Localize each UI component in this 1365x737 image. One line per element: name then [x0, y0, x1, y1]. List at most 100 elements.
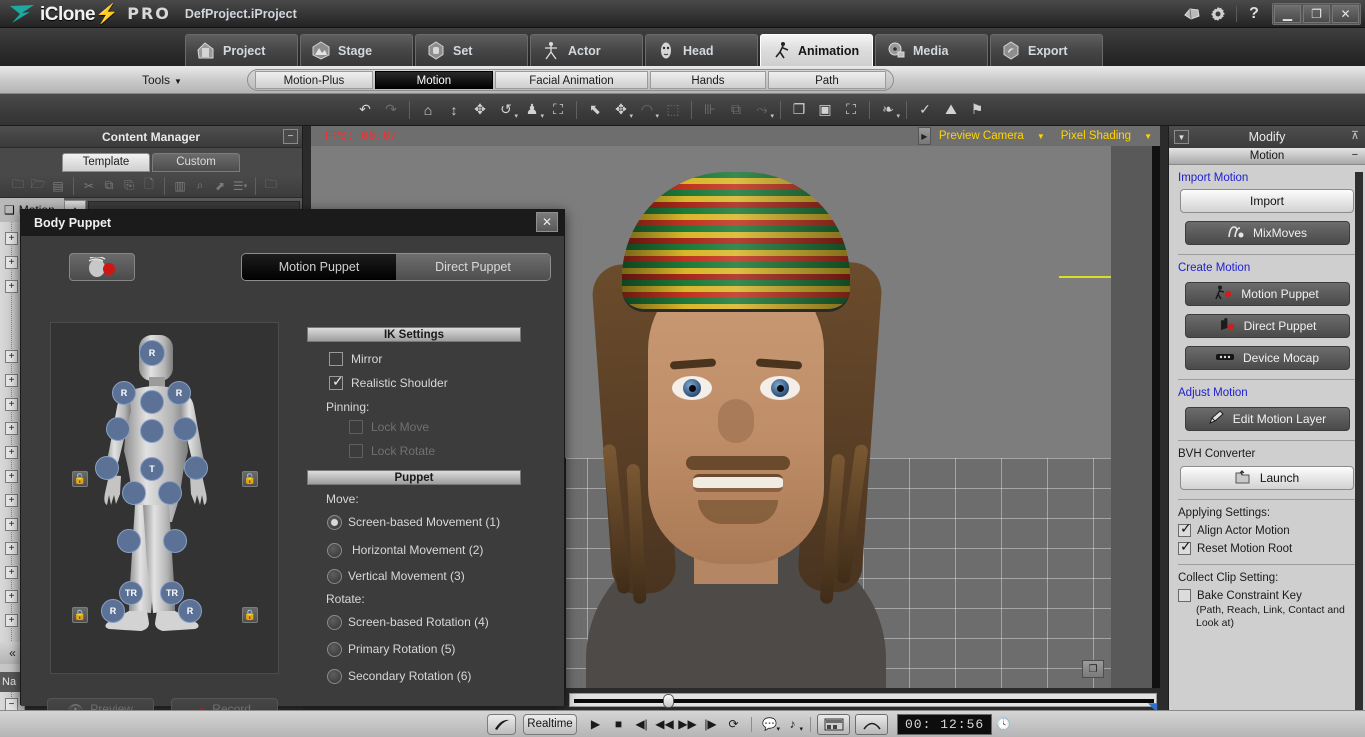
transform-gizmo-icon[interactable]: ✥ ▾ — [610, 98, 633, 122]
subtab-motion[interactable]: Motion — [374, 70, 493, 89]
prev-frame-icon[interactable]: ◀| — [630, 714, 653, 735]
section-minimize-button[interactable]: − — [1352, 149, 1358, 161]
align-actor-motion-row[interactable]: ✓ Align Actor Motion — [1178, 521, 1356, 537]
joint-foot-right[interactable]: R — [178, 599, 202, 623]
realtime-button[interactable]: Realtime — [523, 713, 577, 735]
joint-head[interactable]: R — [139, 340, 165, 366]
timecode-display[interactable]: 00: 12:56 — [897, 713, 993, 735]
tab-animation[interactable]: Animation — [760, 34, 873, 66]
tree-expand-node[interactable]: + — [5, 280, 18, 293]
tree-expand-node[interactable]: + — [5, 232, 18, 245]
bounding-box-icon[interactable]: ⛶ — [547, 98, 569, 122]
tab-project[interactable]: Project — [185, 34, 298, 66]
move-all-icon[interactable]: ✥ — [469, 98, 491, 122]
joint-foot-left[interactable]: R — [101, 599, 125, 623]
joint-shoulder-left[interactable]: R — [112, 381, 136, 405]
delete-icon[interactable]: 🗋 — [139, 177, 159, 195]
rotate-icon[interactable]: ↺ ▾ — [495, 98, 518, 122]
fast-forward-icon[interactable]: ▶▶ — [676, 714, 699, 735]
gear-icon[interactable] — [1205, 2, 1231, 26]
fit-view-icon[interactable]: ⛶ — [840, 98, 862, 122]
help-icon[interactable]: ? — [1242, 5, 1266, 23]
tab-media[interactable]: Media — [875, 34, 988, 66]
align-actor-motion-checkbox[interactable]: ✓ — [1178, 521, 1192, 537]
play-icon[interactable]: ▶ — [584, 714, 607, 735]
rewind-icon[interactable]: ◀◀ — [653, 714, 676, 735]
speech-icon[interactable]: 💬 ▾ — [758, 714, 781, 735]
tree-expand-node[interactable]: + — [5, 566, 18, 579]
restore-button[interactable]: ❐ — [1303, 4, 1330, 23]
clock-icon[interactable]: 🕓 — [992, 714, 1015, 735]
joint-waist[interactable] — [140, 419, 164, 443]
mode-motion-puppet[interactable]: Motion Puppet — [242, 254, 396, 280]
terrain-icon[interactable]: ⛰ — [940, 98, 962, 122]
lock-closed-icon-foot-right[interactable]: 🔒 — [242, 607, 258, 623]
align-icon[interactable]: ⊪ — [699, 98, 721, 122]
device-mocap-button[interactable]: Device Mocap — [1184, 346, 1350, 370]
tab-stage[interactable]: Stage — [300, 34, 413, 66]
redo-icon[interactable]: ↷ — [380, 98, 402, 122]
stop-icon[interactable]: ■ — [607, 714, 630, 735]
new-folder-icon[interactable]: 🗀 — [8, 177, 28, 195]
tree-expand-node[interactable]: + — [5, 518, 18, 531]
tab-template[interactable]: Template — [62, 152, 150, 172]
close-button[interactable]: ✕ — [1332, 4, 1359, 23]
tree-expand-node[interactable]: + — [5, 422, 18, 435]
joint-hip-right[interactable] — [158, 481, 182, 505]
tab-head[interactable]: Head — [645, 34, 758, 66]
cut-icon[interactable]: ✂ — [79, 177, 99, 195]
curve-icon[interactable]: ⤳ ▾ — [751, 98, 774, 122]
reset-motion-root-row[interactable]: ✓ Reset Motion Root — [1178, 539, 1356, 555]
viewport-expand-arrow[interactable]: ▶ — [917, 127, 931, 145]
radio-screen-based-movement[interactable] — [327, 515, 342, 530]
bake-constraint-key-checkbox[interactable] — [1178, 589, 1191, 602]
radio-screen-based-rotation[interactable] — [327, 615, 342, 630]
curve-icon[interactable] — [855, 713, 888, 735]
music-icon[interactable]: ♪ ▾ — [781, 714, 804, 735]
tree-expand-node[interactable]: + — [5, 446, 18, 459]
puppet-figure-canvas[interactable]: R R R T TR TR R R 🔓 🔓 🔒 🔒 — [50, 322, 279, 674]
tab-set[interactable]: Set — [415, 34, 528, 66]
motion-puppet-button[interactable]: Motion Puppet — [1184, 282, 1350, 306]
camera-selector[interactable]: Preview Camera ▼ — [939, 130, 1045, 142]
launch-button[interactable]: Launch — [1180, 466, 1354, 490]
modify-scrollbar[interactable] — [1355, 172, 1363, 717]
joint-hip-center[interactable]: T — [140, 457, 164, 481]
joint-elbow-right[interactable] — [173, 417, 197, 441]
tab-export[interactable]: Export — [990, 34, 1103, 66]
close-icon[interactable]: ✕ — [536, 212, 558, 232]
search-icon[interactable]: ⌕ — [190, 177, 210, 195]
radio-primary-rotation[interactable] — [327, 642, 342, 657]
home-icon[interactable]: ⌂ — [417, 98, 439, 122]
timeline-handle[interactable] — [663, 694, 674, 708]
radio-horizontal-movement[interactable] — [327, 543, 342, 558]
paste-icon[interactable]: ⎘ — [119, 177, 139, 195]
tree-expand-node[interactable]: + — [5, 542, 18, 555]
tree-expand-node[interactable]: + — [5, 256, 18, 269]
modify-section-motion[interactable]: Motion − — [1169, 148, 1365, 165]
tools-menu[interactable]: Tools ▼ — [142, 73, 182, 87]
minimize-button[interactable]: ▁ — [1274, 4, 1301, 23]
joint-knee-right[interactable] — [163, 529, 187, 553]
move-vertical-icon[interactable]: ↕ — [443, 98, 465, 122]
tree-expand-node[interactable]: + — [5, 470, 18, 483]
leaf-icon[interactable]: ❧ ▾ — [877, 98, 900, 122]
edit-motion-layer-button[interactable]: Edit Motion Layer — [1184, 407, 1350, 431]
tree-expand-node[interactable]: + — [5, 590, 18, 603]
lock-closed-icon-foot-left[interactable]: 🔒 — [72, 607, 88, 623]
character-avatar[interactable] — [526, 144, 946, 688]
bake-constraint-key-row[interactable]: Bake Constraint Key — [1178, 589, 1356, 602]
pen-icon[interactable] — [487, 713, 516, 735]
joint-ankle-right[interactable]: TR — [160, 581, 184, 605]
joint-shoulder-right[interactable]: R — [167, 381, 191, 405]
viewport-layout-icon[interactable]: ❐ — [1082, 660, 1104, 678]
lock-open-icon-hand-right[interactable]: 🔓 — [242, 471, 258, 487]
subtab-facial-animation[interactable]: Facial Animation — [494, 70, 648, 89]
mode-direct-puppet[interactable]: Direct Puppet — [396, 254, 550, 280]
realistic-shoulder-checkbox[interactable]: ✓ — [329, 374, 344, 390]
delete-folder-icon[interactable]: 🗁 — [28, 177, 48, 195]
direct-puppet-button[interactable]: Direct Puppet — [1184, 314, 1350, 338]
mixmoves-button[interactable]: MixMoves — [1184, 221, 1350, 245]
rotate-gizmo-icon[interactable]: ◠ ▾ — [636, 98, 659, 122]
joint-wrist-right[interactable] — [184, 456, 208, 480]
